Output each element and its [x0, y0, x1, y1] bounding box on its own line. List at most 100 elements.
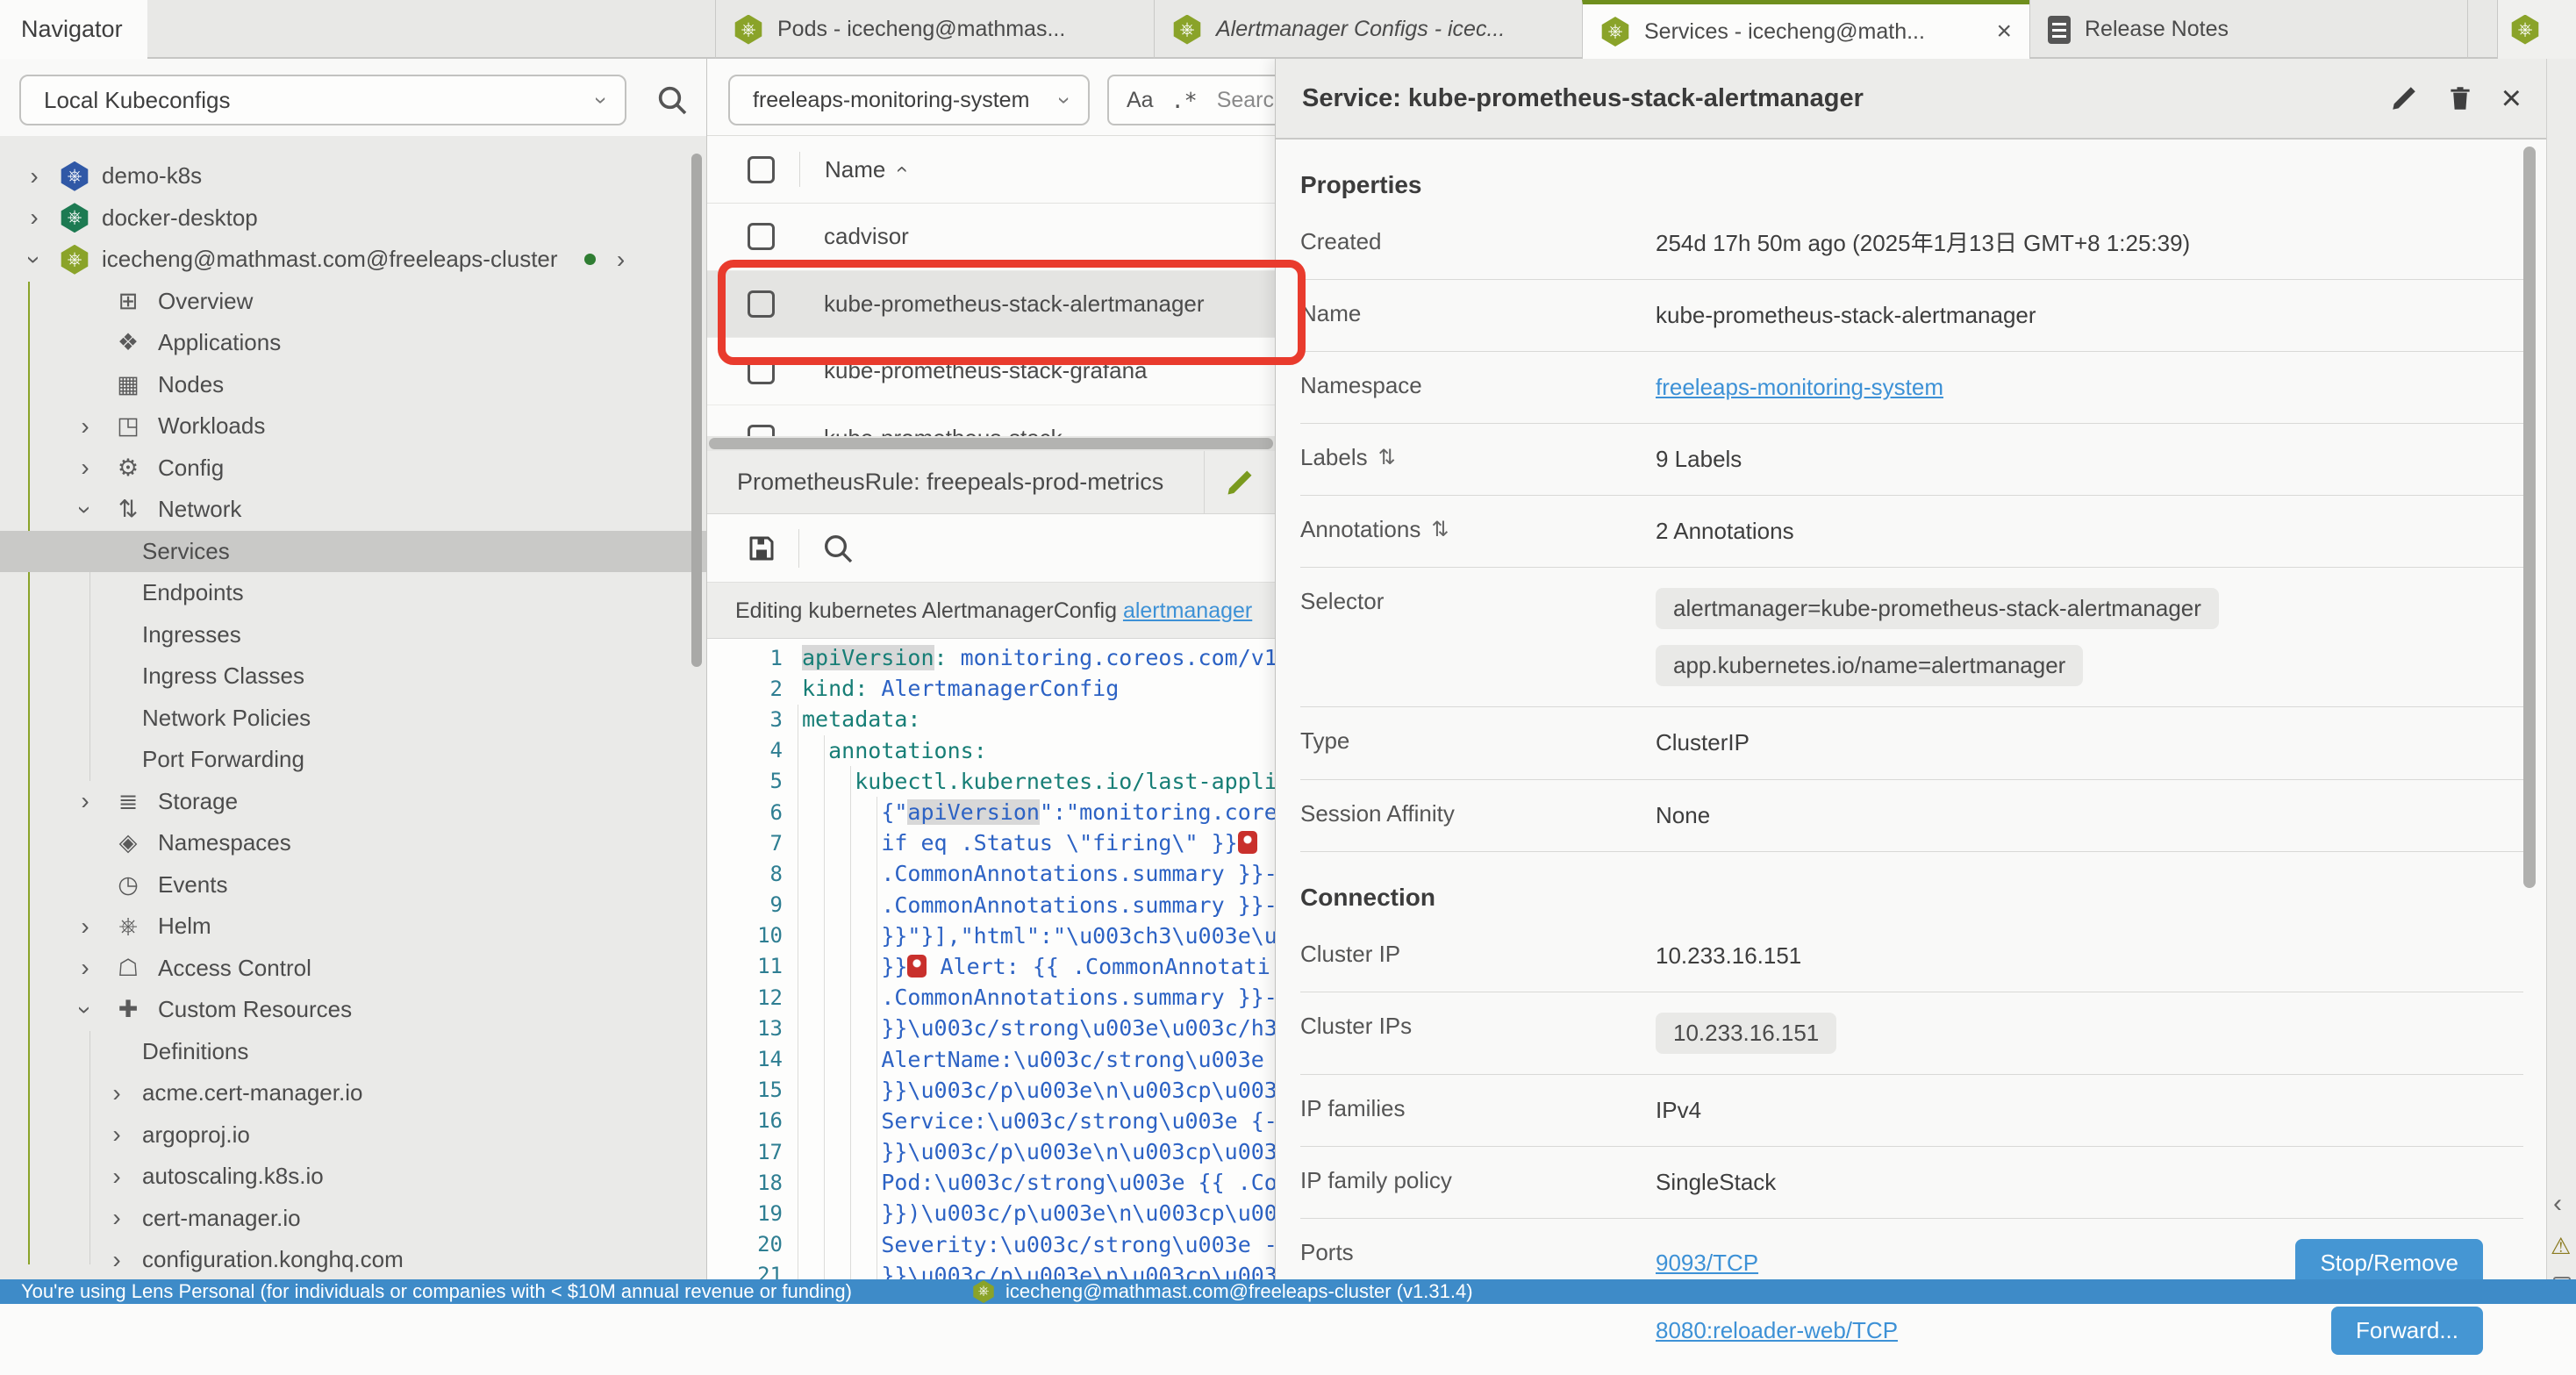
sidebar-item-services[interactable]: Services	[0, 531, 707, 573]
sidebar-item-events[interactable]: ◷Events	[0, 864, 707, 906]
sidebar-item-demo-k8s[interactable]: ›⎈demo-k8s	[0, 155, 707, 197]
code-line[interactable]: 5 kubectl.kubernetes.io/last-appli	[707, 766, 1275, 797]
code-line[interactable]: 16 Service:\u003c/strong\u003e {-	[707, 1106, 1275, 1136]
chevron-right-icon[interactable]: ›	[104, 1248, 130, 1272]
name-column-header[interactable]: Name	[825, 156, 885, 183]
edit-icon[interactable]	[2389, 83, 2419, 113]
chevron-right-icon[interactable]: ›	[72, 455, 98, 480]
active-cluster-status[interactable]: ⎈ icecheng@mathmast.com@freeleaps-cluste…	[972, 1280, 1473, 1303]
row-checkbox[interactable]	[748, 425, 775, 436]
yaml-editor[interactable]: 1apiVersion: monitoring.coreos.com/v12ki…	[707, 639, 1275, 1281]
code-line[interactable]: 13 }}\u003c/strong\u003e\u003c/h3	[707, 1013, 1275, 1043]
port-link[interactable]: 9093/TCP	[1656, 1250, 1758, 1277]
chevron-down-icon[interactable]: ›	[73, 497, 97, 523]
code-line[interactable]: 15 }}\u003c/p\u003e\n\u003cp\u003	[707, 1075, 1275, 1106]
sidebar-item-storage[interactable]: ›≣Storage	[0, 781, 707, 823]
sidebar-item-acme-cert-manager-io[interactable]: ›acme.cert-manager.io	[0, 1072, 707, 1114]
code-line[interactable]: 8 .CommonAnnotations.summary }}-	[707, 858, 1275, 889]
overflow-tab[interactable]: ⎈	[2497, 0, 2576, 59]
sidebar-item-ingress-classes[interactable]: Ingress Classes	[0, 655, 707, 698]
chevron-right-icon[interactable]: ›	[104, 1122, 130, 1147]
chevron-right-icon[interactable]: ›	[104, 1081, 130, 1106]
code-line[interactable]: 11 }} Alert: {{ .CommonAnnotati	[707, 951, 1275, 982]
tab-1[interactable]: ⎈Pods - icecheng@mathmas...	[715, 0, 1154, 59]
sidebar-item-config[interactable]: ›⚙Config	[0, 448, 707, 490]
chevron-right-icon[interactable]: ›	[104, 1206, 130, 1230]
sidebar-item-nodes[interactable]: ▦Nodes	[0, 364, 707, 406]
sidebar-item-port-forwarding[interactable]: Port Forwarding	[0, 739, 707, 781]
namespace-link[interactable]: freeleaps-monitoring-system	[1656, 372, 1943, 403]
save-icon[interactable]	[746, 533, 777, 564]
sidebar-scrollbar[interactable]	[691, 154, 702, 667]
code-line[interactable]: 19 }})\u003c/p\u003e\n\u003cp\u00	[707, 1198, 1275, 1228]
sidebar-item-applications[interactable]: ❖Applications	[0, 322, 707, 364]
sidebar-item-docker-desktop[interactable]: ›⎈docker-desktop	[0, 197, 707, 240]
chevron-right-icon[interactable]: ›	[21, 205, 47, 230]
code-line[interactable]: 10 }}"}],"html":"\u003ch3\u003e\u	[707, 920, 1275, 951]
code-line[interactable]: 4 annotations:	[707, 735, 1275, 766]
code-line[interactable]: 1apiVersion: monitoring.coreos.com/v1	[707, 642, 1275, 673]
sidebar-item-argoproj-io[interactable]: ›argoproj.io	[0, 1114, 707, 1157]
table-row[interactable]: kube-prometheus-stack-...	[707, 405, 1275, 437]
sidebar-item-ingresses[interactable]: Ingresses	[0, 614, 707, 656]
drawer-scrollbar[interactable]	[2523, 147, 2536, 888]
chevron-right-icon[interactable]: ›	[21, 164, 47, 189]
row-checkbox[interactable]	[748, 223, 775, 250]
search-icon[interactable]	[655, 82, 690, 118]
kubeconfig-select[interactable]: Local Kubeconfigs ›	[19, 75, 626, 125]
sidebar-item-icecheng-mathmast-com-freeleaps-cluster[interactable]: ›⎈icecheng@mathmast.com@freeleaps-cluste…	[0, 239, 707, 281]
warning-icon[interactable]: ⚠	[2551, 1233, 2571, 1260]
sort-toggle-icon[interactable]: ⇅	[1431, 517, 1449, 542]
chevron-right-icon[interactable]: ›	[72, 789, 98, 813]
match-case-toggle[interactable]: Aa	[1127, 88, 1154, 113]
edit-icon[interactable]	[1224, 467, 1256, 498]
chevron-down-icon[interactable]: ›	[22, 247, 47, 273]
editor-search-icon[interactable]	[820, 531, 855, 566]
tab-4[interactable]: Release Notes	[2029, 0, 2468, 59]
chevron-down-icon[interactable]: ›	[73, 997, 97, 1023]
sidebar-item-definitions[interactable]: Definitions	[0, 1031, 707, 1073]
select-all-checkbox[interactable]	[748, 156, 775, 183]
editing-resource-link[interactable]: alertmanager	[1123, 598, 1252, 623]
sidebar-item-namespaces[interactable]: ◈Namespaces	[0, 822, 707, 864]
code-line[interactable]: 7 if eq .Status \"firing\" }}	[707, 827, 1275, 858]
collapse-chevron-icon[interactable]: ‹	[2553, 1189, 2562, 1219]
horizontal-scrollbar[interactable]	[707, 436, 1275, 451]
delete-icon[interactable]	[2445, 83, 2475, 113]
tab-3[interactable]: ⎈Services - icecheng@math...×	[1582, 0, 2029, 59]
sidebar-item-network[interactable]: ›⇅Network	[0, 489, 707, 531]
sidebar-item-cert-manager-io[interactable]: ›cert-manager.io	[0, 1198, 707, 1240]
sidebar-item-helm[interactable]: ›⎈Helm	[0, 906, 707, 948]
code-line[interactable]: 18 Pod:\u003c/strong\u003e {{ .Co	[707, 1167, 1275, 1198]
chevron-right-icon[interactable]: ›	[608, 247, 634, 272]
code-line[interactable]: 20 Severity:\u003c/strong\u003e -	[707, 1229, 1275, 1260]
sidebar-item-overview[interactable]: ⊞Overview	[0, 281, 707, 323]
sidebar-item-workloads[interactable]: ›◳Workloads	[0, 405, 707, 448]
sidebar-item-access-control[interactable]: ›☖Access Control	[0, 948, 707, 990]
port-action-button[interactable]: Forward...	[2331, 1307, 2483, 1355]
sort-toggle-icon[interactable]: ⇅	[1378, 445, 1396, 470]
code-line[interactable]: 9 .CommonAnnotations.summary }}-	[707, 890, 1275, 920]
sidebar-item-network-policies[interactable]: Network Policies	[0, 698, 707, 740]
sidebar-item-configuration-konghq-com[interactable]: ›configuration.konghq.com	[0, 1239, 707, 1281]
sidebar-item-autoscaling-k8s-io[interactable]: ›autoscaling.k8s.io	[0, 1156, 707, 1198]
code-line[interactable]: 2kind: AlertmanagerConfig	[707, 673, 1275, 704]
port-link[interactable]: 8080:reloader-web/TCP	[1656, 1317, 1898, 1344]
code-line[interactable]: 14 AlertName:\u003c/strong\u003e	[707, 1043, 1275, 1074]
tab-2[interactable]: ⎈Alertmanager Configs - icec...	[1154, 0, 1582, 59]
chevron-right-icon[interactable]: ›	[72, 414, 98, 439]
chevron-right-icon[interactable]: ›	[72, 956, 98, 980]
code-line[interactable]: 6 {"apiVersion":"monitoring.core	[707, 797, 1275, 827]
code-line[interactable]: 3metadata:	[707, 704, 1275, 734]
close-icon[interactable]: ×	[1996, 18, 2012, 45]
code-line[interactable]: 21 }}\u003c/p\u003e\n\u003cp\u003	[707, 1260, 1275, 1281]
close-icon[interactable]: ×	[2501, 81, 2522, 116]
chevron-right-icon[interactable]: ›	[104, 1164, 130, 1189]
navigator-tab[interactable]: Navigator	[0, 0, 147, 59]
chevron-right-icon[interactable]: ›	[72, 914, 98, 939]
sidebar-item-custom-resources[interactable]: ›✚Custom Resources	[0, 989, 707, 1031]
code-line[interactable]: 17 }}\u003c/p\u003e\n\u003cp\u003	[707, 1136, 1275, 1167]
regex-toggle[interactable]: .*	[1171, 88, 1198, 113]
code-line[interactable]: 12 .CommonAnnotations.summary }}-	[707, 982, 1275, 1013]
sidebar-item-endpoints[interactable]: Endpoints	[0, 572, 707, 614]
